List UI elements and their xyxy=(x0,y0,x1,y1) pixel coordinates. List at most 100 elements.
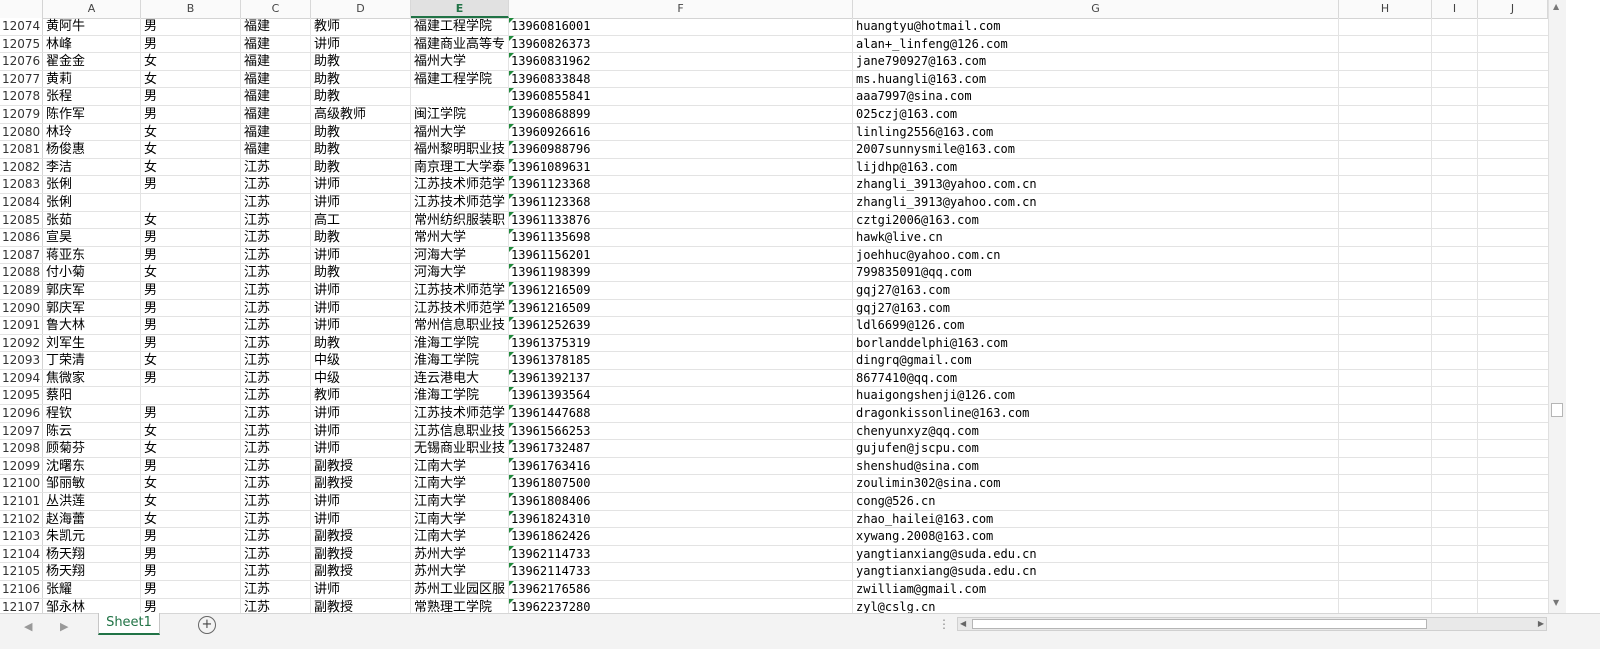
cell-gender[interactable]: 男 xyxy=(141,581,241,598)
cell-email[interactable]: 025czj@163.com xyxy=(853,105,1339,123)
cell-province[interactable]: 福建 xyxy=(241,35,311,53)
cell-gender[interactable]: 男 xyxy=(141,18,241,35)
cell-title[interactable]: 讲师 xyxy=(311,422,411,440)
cell-phone[interactable]: 13960831962 xyxy=(509,53,853,70)
cell-name[interactable]: 陈作军 xyxy=(43,105,141,123)
cell-province[interactable]: 福建 xyxy=(241,70,311,88)
cell-gender[interactable]: 男 xyxy=(141,105,241,123)
row-header[interactable]: 12085 xyxy=(0,211,43,229)
column-header-h[interactable]: H xyxy=(1339,0,1432,18)
cell-name[interactable]: 张程 xyxy=(43,88,141,105)
cell-email[interactable]: 2007sunnysmile@163.com xyxy=(853,141,1339,158)
cell-gender[interactable] xyxy=(141,193,241,211)
cell-title[interactable]: 副教授 xyxy=(311,528,411,545)
column-header-d[interactable]: D xyxy=(311,0,411,18)
cell-email[interactable]: lijdhp@163.com xyxy=(853,158,1339,176)
cell-title[interactable]: 助教 xyxy=(311,88,411,105)
cell-province[interactable]: 江苏 xyxy=(241,299,311,317)
cell-email[interactable]: gqj27@163.com xyxy=(853,299,1339,317)
cell-email[interactable]: zhangli_3913@yahoo.com.cn xyxy=(853,193,1339,211)
cell-gender[interactable]: 女 xyxy=(141,70,241,88)
cell-phone[interactable]: 13961133876 xyxy=(509,211,853,229)
cell-gender[interactable]: 女 xyxy=(141,475,241,493)
cell-province[interactable]: 江苏 xyxy=(241,387,311,405)
cell-name[interactable]: 蔡阳 xyxy=(43,387,141,405)
column-header-g[interactable]: G xyxy=(853,0,1339,18)
cell-province[interactable]: 江苏 xyxy=(241,246,311,264)
cell-name[interactable]: 黄莉 xyxy=(43,70,141,88)
cell-school[interactable]: 常州大学 xyxy=(411,229,509,246)
cell-province[interactable]: 江苏 xyxy=(241,563,311,580)
cell-phone[interactable]: 13961089631 xyxy=(509,158,853,176)
row-header[interactable]: 12082 xyxy=(0,158,43,176)
cell-gender[interactable]: 男 xyxy=(141,598,241,613)
cell-title[interactable]: 教师 xyxy=(311,18,411,35)
cell-province[interactable]: 江苏 xyxy=(241,528,311,545)
cell-gender[interactable]: 男 xyxy=(141,528,241,545)
cell-email[interactable]: jane790927@163.com xyxy=(853,53,1339,70)
cell-email[interactable]: xywang.2008@163.com xyxy=(853,528,1339,545)
cell-phone[interactable]: 13961808406 xyxy=(509,493,853,510)
cell-name[interactable]: 杨天翔 xyxy=(43,563,141,580)
cell-title[interactable]: 讲师 xyxy=(311,493,411,510)
cell-school[interactable]: 连云港电大 xyxy=(411,369,509,387)
cell-province[interactable]: 江苏 xyxy=(241,264,311,281)
row-header[interactable]: 12090 xyxy=(0,299,43,317)
vertical-scrollbar[interactable]: ▲ ▼ xyxy=(1548,0,1566,613)
cell-province[interactable]: 江苏 xyxy=(241,493,311,510)
cell-name[interactable]: 张茹 xyxy=(43,211,141,229)
cell-school[interactable]: 淮海工学院 xyxy=(411,387,509,405)
row-header[interactable]: 12105 xyxy=(0,563,43,580)
cell-email[interactable]: ldl6699@126.com xyxy=(853,317,1339,334)
cell-gender[interactable]: 男 xyxy=(141,35,241,53)
row-header[interactable]: 12098 xyxy=(0,440,43,457)
cell-gender[interactable]: 男 xyxy=(141,334,241,352)
cell-email[interactable]: zyl@cslg.cn xyxy=(853,598,1339,613)
cell-phone[interactable]: 13961216509 xyxy=(509,281,853,299)
cell-name[interactable]: 杨俊惠 xyxy=(43,141,141,158)
cell-province[interactable]: 江苏 xyxy=(241,475,311,493)
cell-school[interactable]: 南京理工大学泰 xyxy=(411,158,509,176)
row-header[interactable]: 12106 xyxy=(0,581,43,598)
cell-gender[interactable]: 女 xyxy=(141,141,241,158)
row-header[interactable]: 12093 xyxy=(0,352,43,369)
cell-email[interactable]: huangtyu@hotmail.com xyxy=(853,18,1339,35)
cell-email[interactable]: dragonkissonline@163.com xyxy=(853,405,1339,422)
cell-name[interactable]: 李洁 xyxy=(43,158,141,176)
cell-gender[interactable]: 女 xyxy=(141,264,241,281)
cell-email[interactable]: linling2556@163.com xyxy=(853,123,1339,141)
cell-phone[interactable]: 13961566253 xyxy=(509,422,853,440)
cell-title[interactable]: 助教 xyxy=(311,334,411,352)
scroll-right-arrow-icon[interactable]: ▶ xyxy=(1538,618,1544,630)
cell-phone[interactable]: 13961392137 xyxy=(509,369,853,387)
cell-gender[interactable]: 女 xyxy=(141,211,241,229)
cell-title[interactable]: 副教授 xyxy=(311,475,411,493)
cell-school[interactable]: 福州大学 xyxy=(411,123,509,141)
cell-school[interactable]: 无锡商业职业技 xyxy=(411,440,509,457)
cell-phone[interactable]: 13961252639 xyxy=(509,317,853,334)
row-header[interactable]: 12084 xyxy=(0,193,43,211)
scroll-up-arrow-icon[interactable]: ▲ xyxy=(1553,2,1559,11)
column-header-i[interactable]: I xyxy=(1432,0,1478,18)
cell-email[interactable]: zwilliam@gmail.com xyxy=(853,581,1339,598)
scroll-left-arrow-icon[interactable]: ◀ xyxy=(960,618,966,630)
more-options-icon[interactable]: ⋮ xyxy=(938,617,950,631)
row-header[interactable]: 12075 xyxy=(0,35,43,53)
cell-title[interactable]: 助教 xyxy=(311,158,411,176)
cell-province[interactable]: 江苏 xyxy=(241,510,311,528)
cell-gender[interactable]: 女 xyxy=(141,352,241,369)
row-header[interactable]: 12095 xyxy=(0,387,43,405)
row-header[interactable]: 12107 xyxy=(0,598,43,613)
cell-school[interactable]: 闽江学院 xyxy=(411,105,509,123)
cell-email[interactable]: gqj27@163.com xyxy=(853,281,1339,299)
cell-title[interactable]: 讲师 xyxy=(311,246,411,264)
row-header[interactable]: 12088 xyxy=(0,264,43,281)
cell-province[interactable]: 江苏 xyxy=(241,229,311,246)
vertical-scroll-thumb[interactable] xyxy=(1551,403,1563,417)
cell-name[interactable]: 程钦 xyxy=(43,405,141,422)
cell-name[interactable]: 陈云 xyxy=(43,422,141,440)
cell-phone[interactable]: 13960988796 xyxy=(509,141,853,158)
cell-province[interactable]: 福建 xyxy=(241,88,311,105)
cell-name[interactable]: 丁荣清 xyxy=(43,352,141,369)
cell-school[interactable]: 常州纺织服装职 xyxy=(411,211,509,229)
